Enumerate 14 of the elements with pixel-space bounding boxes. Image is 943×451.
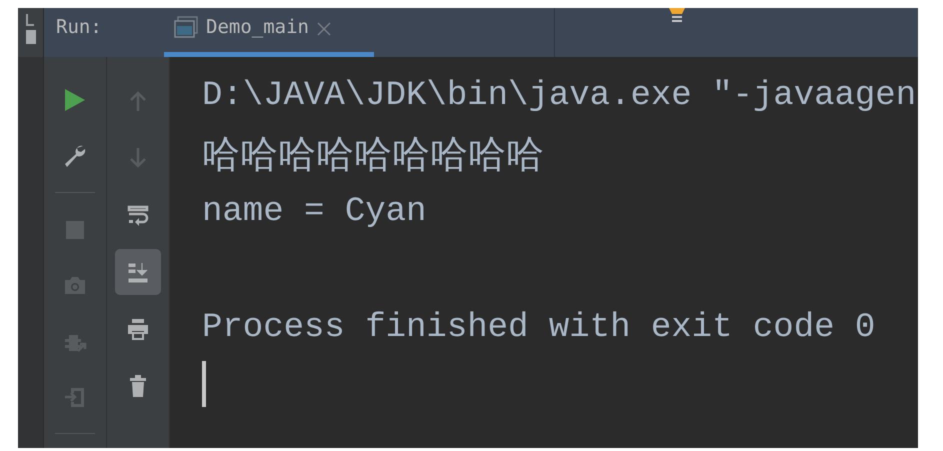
print-icon[interactable] xyxy=(126,317,150,341)
close-icon[interactable] xyxy=(316,22,331,36)
console-line: Process finished with exit code 0 xyxy=(202,308,876,349)
scroll-to-end-toggle[interactable] xyxy=(115,249,161,295)
lightbulb-icon[interactable] xyxy=(667,8,687,25)
console-line: D:\JAVA\JDK\bin\java.exe "-javaagen xyxy=(202,76,918,117)
wrench-icon[interactable] xyxy=(63,144,87,168)
scroll-to-end-icon xyxy=(126,260,150,284)
console-line: name = Cyan xyxy=(202,192,428,233)
soft-wrap-icon[interactable] xyxy=(126,203,150,227)
run-icon[interactable] xyxy=(63,88,87,112)
run-label: Run: xyxy=(55,15,103,40)
console-line: 哈哈哈哈哈哈哈哈哈 xyxy=(202,131,545,178)
window-icon xyxy=(174,16,198,38)
